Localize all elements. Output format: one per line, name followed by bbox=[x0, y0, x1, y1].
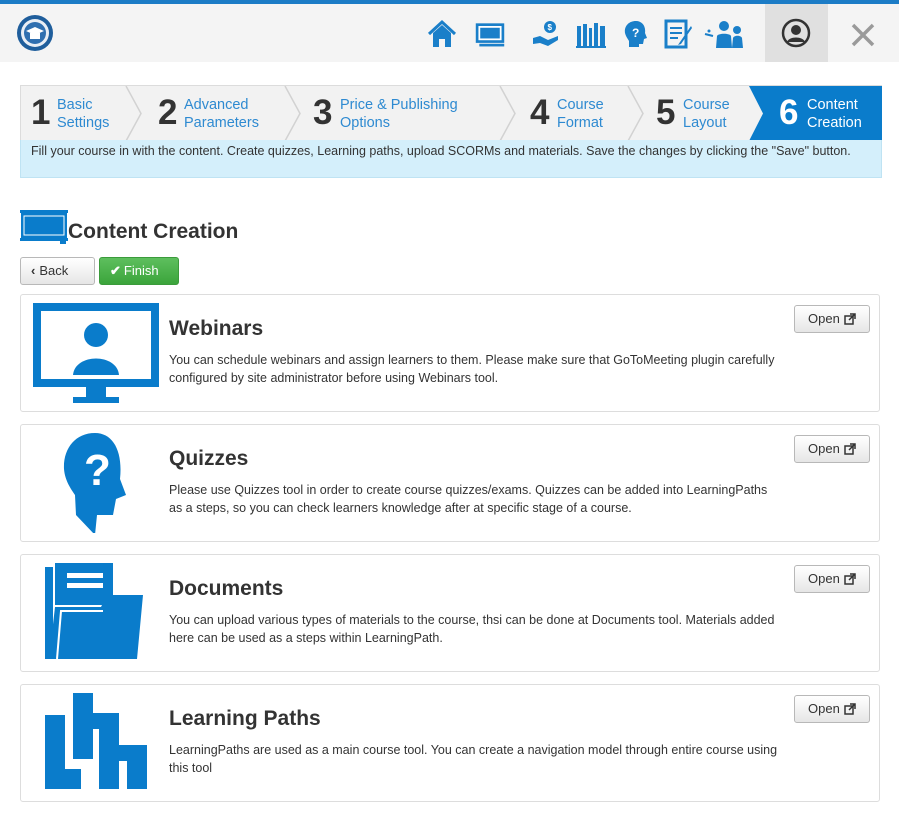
top-navigation-bar: $ ? bbox=[0, 4, 899, 62]
step-label-line1: Price & Publishing bbox=[340, 97, 458, 113]
external-link-icon bbox=[844, 313, 856, 325]
step-separator bbox=[125, 86, 142, 141]
step-label-line1: Basic bbox=[57, 97, 93, 113]
open-button[interactable]: Open bbox=[794, 305, 870, 333]
step-label-line2: Layout bbox=[683, 115, 727, 131]
step-separator bbox=[627, 86, 644, 141]
chevron-left-icon: ‹ bbox=[31, 263, 36, 278]
step-number: 6 bbox=[779, 93, 799, 132]
tool-card-documents: Documents You can upload various types o… bbox=[20, 554, 880, 672]
back-button[interactable]: ‹ Back bbox=[20, 257, 95, 285]
open-button-label: Open bbox=[808, 701, 840, 716]
wizard-hint: Fill your course in with the content. Cr… bbox=[20, 140, 882, 178]
webinar-monitor-icon bbox=[33, 303, 159, 403]
classroom-icon bbox=[20, 210, 68, 244]
card-title: Learning Paths bbox=[169, 707, 321, 730]
profile-button[interactable] bbox=[765, 4, 828, 62]
wizard-step-course-layout[interactable]: 5 Course Layout bbox=[646, 86, 750, 141]
step-label-line1: Course bbox=[683, 97, 730, 113]
step-label-line2: Format bbox=[557, 115, 603, 131]
page-title: Content Creation bbox=[68, 220, 239, 243]
head-question-icon[interactable]: ? bbox=[620, 18, 652, 50]
hand-coin-icon[interactable]: $ bbox=[530, 18, 562, 50]
home-icon[interactable] bbox=[426, 18, 458, 50]
finish-button-label: Finish bbox=[123, 263, 159, 278]
wizard-step-advanced-parameters[interactable]: 2 Advanced Parameters bbox=[146, 86, 286, 141]
step-number: 4 bbox=[530, 93, 550, 132]
step-separator bbox=[284, 86, 301, 141]
folder-documents-icon bbox=[45, 563, 143, 660]
step-label-line2: Parameters bbox=[184, 115, 259, 131]
teacher-learners-icon[interactable] bbox=[704, 18, 744, 50]
course-wizard-steps: 1 Basic Settings 2 Advanced Parameters 3… bbox=[20, 85, 882, 141]
step-number: 2 bbox=[158, 93, 178, 132]
library-icon[interactable] bbox=[575, 18, 607, 50]
course-logo-icon[interactable] bbox=[16, 14, 54, 52]
step-label-line2: Options bbox=[340, 115, 390, 131]
step-number: 5 bbox=[656, 93, 676, 132]
wizard-step-content-creation[interactable]: 6 Content Creation bbox=[769, 86, 882, 141]
active-step-arrow bbox=[749, 86, 769, 141]
close-icon[interactable] bbox=[846, 18, 880, 52]
wizard-step-basic-settings[interactable]: 1 Basic Settings bbox=[21, 86, 126, 141]
card-title: Quizzes bbox=[169, 447, 249, 470]
step-separator bbox=[499, 86, 516, 141]
step-number: 1 bbox=[31, 93, 51, 132]
finish-button[interactable]: ✔ Finish bbox=[99, 257, 179, 285]
external-link-icon bbox=[844, 703, 856, 715]
external-link-icon bbox=[844, 573, 856, 585]
svg-text:?: ? bbox=[632, 26, 639, 40]
classroom-icon[interactable] bbox=[474, 18, 506, 50]
svg-text:?: ? bbox=[84, 446, 111, 495]
wizard-step-price-publishing[interactable]: 3 Price & Publishing Options bbox=[304, 86, 496, 141]
wizard-step-course-format[interactable]: 4 Course Format bbox=[520, 86, 624, 141]
open-button-label: Open bbox=[808, 441, 840, 456]
document-edit-icon[interactable] bbox=[662, 18, 694, 50]
open-button[interactable]: Open bbox=[794, 435, 870, 463]
back-button-label: Back bbox=[39, 263, 69, 278]
open-button[interactable]: Open bbox=[794, 565, 870, 593]
card-title: Documents bbox=[169, 577, 284, 600]
step-label-line1: Content bbox=[807, 97, 858, 113]
head-question-icon: ? bbox=[63, 433, 126, 533]
open-button-label: Open bbox=[808, 571, 840, 586]
step-label-line2: Creation bbox=[807, 115, 862, 131]
card-description: You can schedule webinars and assign lea… bbox=[169, 353, 775, 385]
svg-text:$: $ bbox=[548, 23, 553, 32]
card-description: LearningPaths are used as a main course … bbox=[169, 743, 778, 775]
open-button[interactable]: Open bbox=[794, 695, 870, 723]
tool-card-quizzes: ? Quizzes Please use Quizzes tool in ord… bbox=[20, 424, 880, 542]
card-description: You can upload various types of material… bbox=[169, 613, 775, 645]
user-icon bbox=[781, 18, 811, 48]
open-button-label: Open bbox=[808, 311, 840, 326]
check-icon: ✔ bbox=[110, 263, 121, 278]
step-label-line1: Course bbox=[557, 97, 604, 113]
card-title: Webinars bbox=[169, 317, 264, 340]
learning-path-blocks-icon bbox=[45, 693, 147, 789]
step-number: 3 bbox=[313, 93, 333, 132]
tool-card-learning-paths: Learning Paths LearningPaths are used as… bbox=[20, 684, 880, 802]
external-link-icon bbox=[844, 443, 856, 455]
tool-card-webinars: Webinars You can schedule webinars and a… bbox=[20, 294, 880, 412]
card-description: Please use Quizzes tool in order to crea… bbox=[169, 483, 768, 515]
step-label-line2: Settings bbox=[57, 115, 110, 131]
step-label-line1: Advanced bbox=[184, 97, 249, 113]
